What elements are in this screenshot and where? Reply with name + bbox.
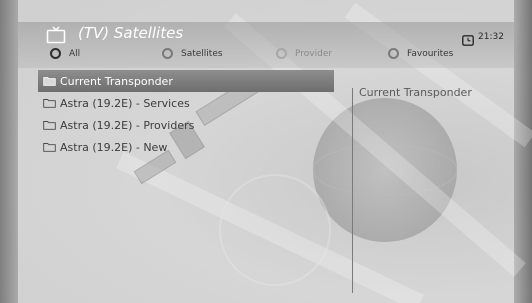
list-item-label: Astra (19.2E) - Providers [60,118,195,132]
list-item[interactable]: Astra (19.2E) - Providers [38,114,334,136]
list-item-label: Current Transponder [60,74,173,88]
tv-icon [46,26,66,44]
folder-icon [43,120,56,130]
page-title: (TV) Satellites [78,24,184,42]
filter-label: All [69,48,81,59]
clock-icon [462,31,474,46]
left-edge-shade [0,0,18,303]
filter-label: Provider [295,48,333,59]
folder-icon [43,76,56,86]
radio-icon [388,48,399,59]
list-item[interactable]: Current Transponder [38,70,334,92]
satellites-screen: (TV) Satellites 21:32 All Satellites Pro… [0,0,532,303]
list-item-label: Astra (19.2E) - Services [60,96,190,110]
filter-label: Satellites [181,48,223,59]
list-item-label: Astra (19.2E) - New [60,140,168,154]
filter-satellites[interactable]: Satellites [162,48,223,59]
clock: 21:32 [462,31,504,46]
folder-icon [43,98,56,108]
filter-label: Favourites [407,48,454,59]
filter-favourites[interactable]: Favourites [388,48,453,59]
radio-icon [162,48,173,59]
list-item[interactable]: Astra (19.2E) - Services [38,92,334,114]
globe-graphic [313,98,457,242]
radio-icon [276,48,287,59]
satellite-list: Current Transponder Astra (19.2E) - Serv… [38,70,334,158]
panel-divider [352,88,353,293]
right-edge-shade [514,0,532,303]
filter-all[interactable]: All [50,48,80,59]
clock-time: 21:32 [478,31,504,42]
filter-provider[interactable]: Provider [276,48,332,59]
list-item[interactable]: Astra (19.2E) - New [38,136,334,158]
folder-icon [43,142,56,152]
detail-title: Current Transponder [359,86,472,99]
radio-icon [50,48,61,59]
